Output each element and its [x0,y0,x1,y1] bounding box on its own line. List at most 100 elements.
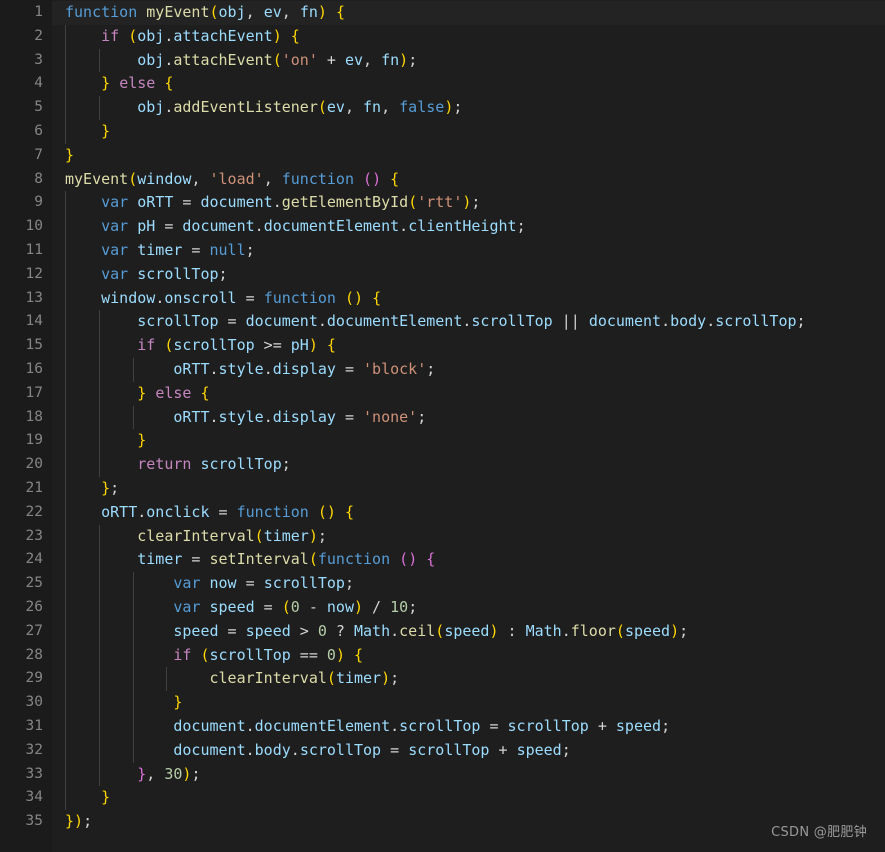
token-br0: ( [435,621,445,640]
token-br0: ( [200,645,210,664]
code-content-area[interactable]: function myEvent(obj, ev, fn) { if (obj.… [52,0,885,852]
token-var: window [137,169,192,188]
line-number: 13 [25,289,43,306]
token-var: body [254,740,291,759]
token-br0: } [137,383,147,402]
code-line[interactable]: } [52,120,885,144]
token-punc: = [236,288,264,307]
token-var: document [245,312,318,331]
code-line[interactable]: clearInterval(timer); [52,525,885,549]
code-line[interactable]: oRTT.style.display = 'none'; [52,406,885,430]
code-line[interactable]: oRTT.style.display = 'block'; [52,358,885,382]
token-str: 'on' [281,50,318,69]
token-punc: , [245,3,264,21]
code-line[interactable]: } else { [52,72,885,96]
token-br1: } [137,764,147,783]
code-line[interactable]: timer = setInterval(function () { [52,548,885,572]
line-number: 19 [25,432,43,449]
code-line[interactable]: }; [52,477,885,501]
code-line[interactable]: } [52,786,885,810]
code-line[interactable]: } else { [52,382,885,406]
token-var: oRTT [173,359,210,378]
token-punc [327,3,336,21]
line-number: 3 [34,51,43,68]
code-line[interactable]: clearInterval(timer); [52,667,885,691]
code-line[interactable]: } [52,691,885,715]
token-punc [65,788,101,806]
token-str: 'block' [363,359,427,378]
token-punc [155,336,164,354]
code-line[interactable]: if (scrollTop >= pH) { [52,334,885,358]
token-punc: = [218,312,246,331]
code-line[interactable]: document.body.scrollTop = scrollTop + sp… [52,739,885,763]
code-line[interactable]: function myEvent(obj, ev, fn) { [52,1,885,25]
token-kw: var [101,264,129,283]
token-var: speed [624,621,671,640]
token-br1: ( [363,169,373,188]
code-line[interactable]: var timer = null; [52,239,885,263]
token-br1: ) [372,169,382,188]
code-line[interactable]: var scrollTop; [52,263,885,287]
token-kw: function [263,288,336,307]
code-line[interactable]: var pH = document.documentElement.client… [52,215,885,239]
line-number-gutter: 1 2 3 4 5 6 7 8 9 10 11 12 13 14 15 16 17 18 19 20 21 22 23 24 2… [0,0,52,852]
code-line[interactable]: scrollTop = document.documentElement.scr… [52,310,885,334]
token-kw: false [399,98,445,117]
token-punc: + [317,50,345,69]
token-br0: ( [326,669,336,688]
code-line[interactable]: }, 30); [52,763,885,787]
line-number: 5 [34,99,43,116]
code-line[interactable]: if (obj.attachEvent) { [52,25,885,49]
code-line[interactable]: speed = speed > 0 ? Math.ceil(speed) : M… [52,620,885,644]
line-number: 7 [34,146,43,163]
token-num: 0 [326,645,336,664]
token-kw: function [281,169,354,188]
code-line[interactable]: obj.attachEvent('on' + ev, fn); [52,49,885,73]
code-line[interactable]: var speed = (0 - now) / 10; [52,596,885,620]
line-number: 4 [34,75,43,92]
token-kw: function [317,550,391,569]
code-line[interactable]: document.documentElement.scrollTop = scr… [52,715,885,739]
token-punc [65,455,137,473]
code-line[interactable]: if (scrollTop == 0) { [52,644,885,668]
token-punc: = [335,359,364,378]
code-line[interactable]: myEvent(window, 'load', function () { [52,168,885,192]
token-br0: } [101,478,111,497]
code-line[interactable]: oRTT.onclick = function () { [52,501,885,525]
code-line[interactable]: }); [52,810,885,834]
token-var: scrollTop [263,574,345,593]
token-var: obj [137,98,165,117]
token-punc: ; [471,193,481,212]
token-punc [155,74,164,92]
token-punc [363,289,372,307]
token-br0: ( [408,193,418,212]
code-line[interactable]: var now = scrollTop; [52,572,885,596]
token-br0: { [335,3,345,21]
code-line[interactable]: window.onscroll = function () { [52,287,885,311]
code-line[interactable]: obj.addEventListener(ev, fn, false); [52,96,885,120]
token-kw: var [173,574,201,593]
token-var: now [326,597,354,616]
token-punc: / [363,597,391,616]
token-punc: . [245,716,255,735]
token-var: speed [173,621,219,640]
token-ctrl: else [119,74,156,93]
token-punc [65,98,137,116]
token-br0: ) [399,50,409,69]
line-number: 32 [25,741,43,758]
code-line[interactable]: } [52,144,885,168]
token-punc [200,574,209,592]
line-number: 9 [34,194,43,211]
token-punc [65,765,137,783]
token-br0: ( [209,3,219,21]
code-line[interactable]: var oRTT = document.getElementById('rtt'… [52,191,885,215]
token-punc: = [480,716,508,735]
code-line[interactable]: return scrollTop; [52,453,885,477]
token-br0: } [101,74,111,93]
code-line[interactable]: } [52,429,885,453]
token-var: scrollTop [173,336,255,355]
token-punc: , [146,764,165,783]
token-fn: addEventListener [173,98,318,117]
token-punc [381,170,390,188]
token-punc [65,693,173,711]
